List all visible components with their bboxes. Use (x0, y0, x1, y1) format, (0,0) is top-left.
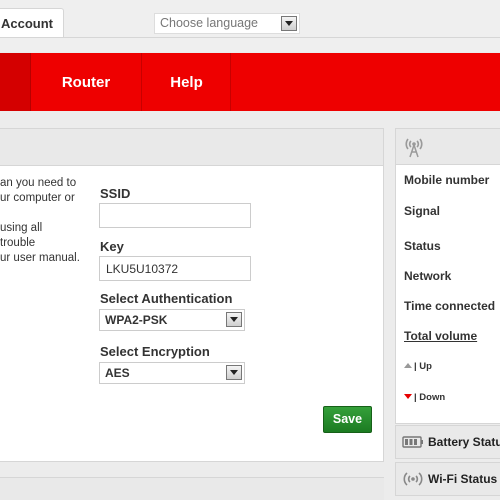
total-volume-link[interactable]: Total volume (404, 329, 477, 343)
language-select[interactable]: Choose language (154, 13, 300, 34)
mobile-number-label: Mobile number (404, 173, 490, 187)
nav-item-router[interactable]: Router (31, 53, 142, 111)
authentication-label: Select Authentication (100, 291, 233, 306)
info-line: ur computer or (0, 192, 75, 204)
ssid-label: SSID (100, 186, 131, 201)
network-label: Network (404, 269, 452, 283)
key-label: Key (100, 239, 124, 254)
info-text: an you need to ur computer or using all … (0, 176, 92, 266)
upload-row: | Up (404, 361, 432, 372)
language-select-value: Choose language (160, 16, 258, 30)
download-row: | Down (404, 392, 445, 403)
next-panel-header (0, 477, 384, 500)
info-line: an you need to (0, 177, 77, 189)
status-panel-header (396, 129, 500, 165)
encryption-select[interactable]: AES (99, 362, 245, 384)
wifi-signal-icon (403, 472, 423, 486)
antenna-icon (405, 138, 423, 158)
authentication-value: WPA2-PSK (105, 313, 168, 327)
battery-status-label: Battery Status (428, 435, 500, 449)
download-label: | Down (414, 392, 446, 403)
battery-icon (402, 436, 423, 448)
chevron-down-icon (226, 312, 242, 327)
info-line: ur user manual. (0, 252, 80, 264)
main-nav: Router Help (0, 53, 500, 111)
ssid-input[interactable] (99, 203, 251, 228)
upload-label: | Up (414, 361, 432, 372)
nav-item-help[interactable]: Help (143, 53, 231, 111)
wifi-status-label: Wi-Fi Status (428, 472, 498, 486)
wifi-status-section[interactable]: Wi-Fi Status (395, 462, 500, 496)
time-connected-label: Time connected (404, 299, 496, 313)
panel-header (0, 129, 383, 166)
encryption-label: Select Encryption (100, 344, 210, 359)
info-line: trouble (0, 237, 36, 249)
encryption-value: AES (105, 366, 130, 380)
signal-label: Signal (404, 204, 441, 218)
info-line: using all (0, 222, 43, 234)
nav-item-home[interactable] (0, 53, 31, 111)
arrow-up-icon (404, 363, 412, 368)
info-gap (0, 206, 92, 221)
top-bar: Account Choose language (0, 0, 500, 52)
save-button[interactable]: Save (323, 406, 372, 433)
key-input[interactable] (99, 256, 251, 281)
wifi-settings-panel: an you need to ur computer or using all … (0, 128, 384, 462)
status-panel: Mobile number Signal Status Network Time… (395, 128, 500, 424)
arrow-down-icon (404, 394, 412, 399)
battery-status-section[interactable]: Battery Status (395, 425, 500, 459)
chevron-down-icon (281, 16, 297, 31)
top-divider (0, 37, 500, 38)
authentication-select[interactable]: WPA2-PSK (99, 309, 245, 331)
account-tab[interactable]: Account (0, 8, 64, 38)
status-label: Status (404, 239, 441, 253)
chevron-down-icon (226, 365, 242, 380)
